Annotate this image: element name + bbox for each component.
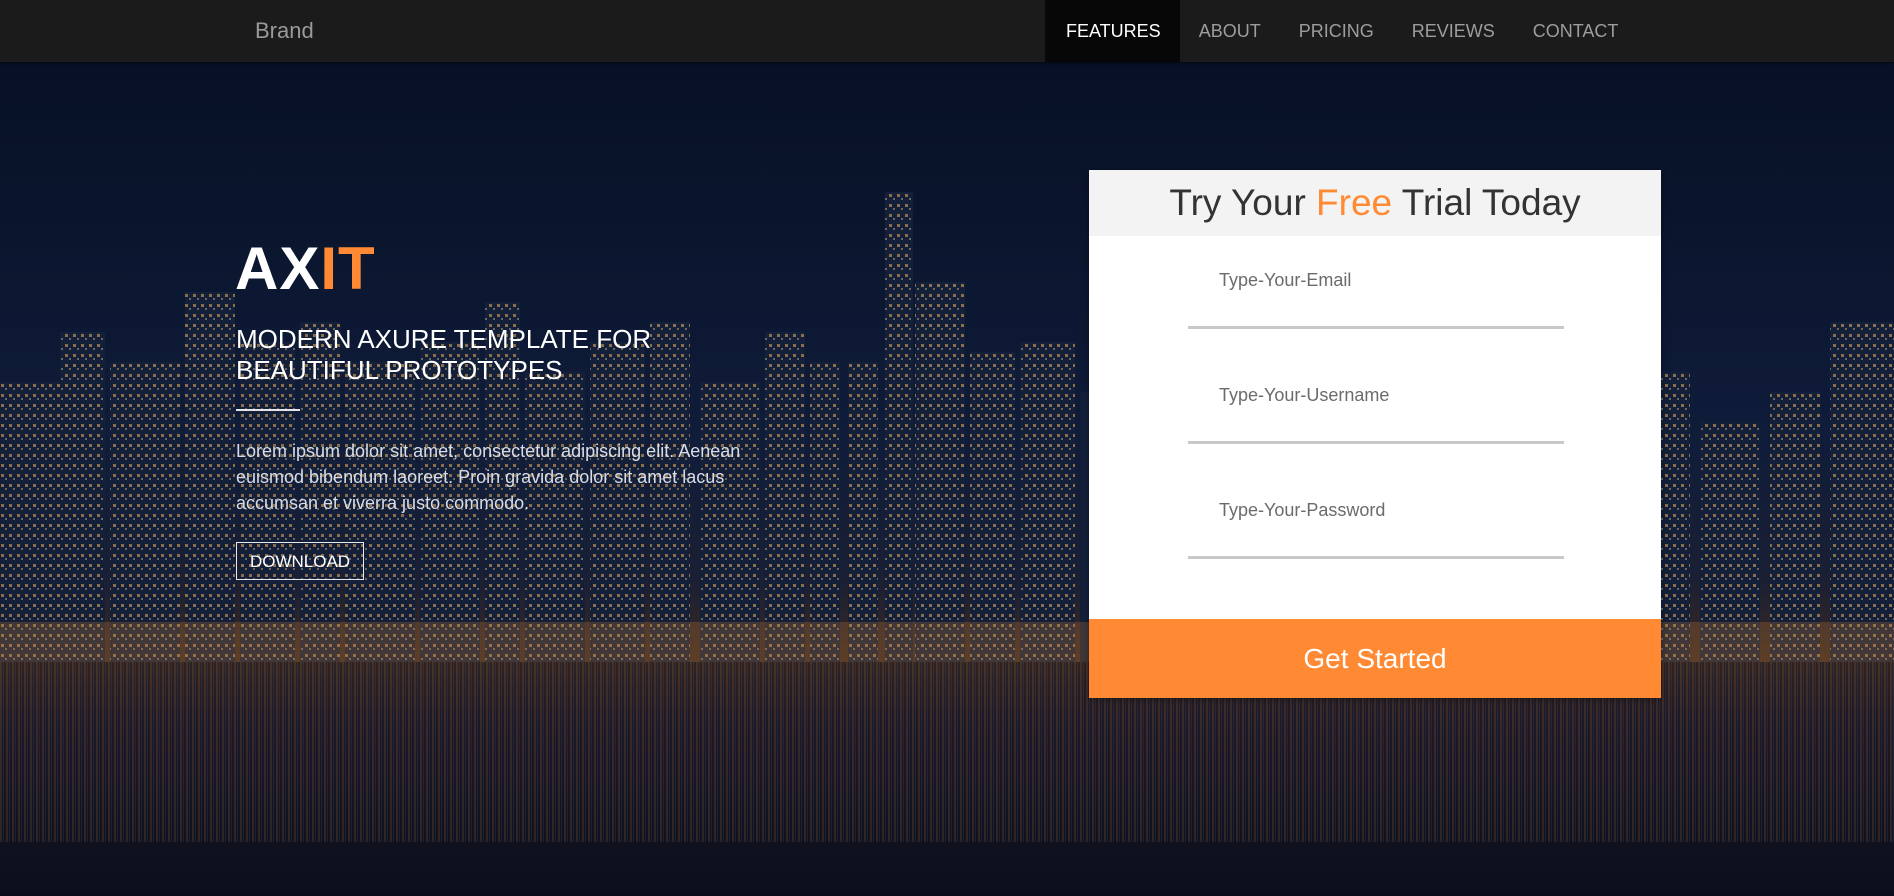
trial-signup-card: Try Your Free Trial Today Get Started: [1089, 170, 1661, 698]
hero-description: Lorem ipsum dolor sit amet, consectetur …: [236, 441, 741, 513]
nav-item-features[interactable]: FEATURES: [1045, 0, 1180, 62]
email-field-wrapper: [1188, 238, 1564, 329]
hero-subtitle-line: MODERN AXURE TEMPLATE FOR: [236, 324, 652, 354]
password-field-wrapper: [1188, 468, 1564, 559]
hero-subtitle: MODERN AXURE TEMPLATE FOR BEAUTIFUL PROT…: [236, 324, 756, 386]
hero-title-accent: IT: [320, 235, 376, 302]
get-started-button[interactable]: Get Started: [1089, 619, 1661, 698]
brand-link[interactable]: Brand: [255, 18, 314, 44]
nav-item-pricing[interactable]: PRICING: [1280, 0, 1393, 62]
username-field-wrapper: [1188, 353, 1564, 444]
trial-title-accent: Free: [1316, 182, 1393, 223]
password-input[interactable]: [1188, 468, 1564, 553]
top-navbar: Brand FEATURES ABOUT PRICING REVIEWS CON…: [0, 0, 1894, 62]
hero-subtitle-line: BEAUTIFUL PROTOTYPES: [236, 355, 563, 385]
nav-item-reviews[interactable]: REVIEWS: [1393, 0, 1514, 62]
trial-title-before: Try Your: [1169, 182, 1317, 223]
hero-title-main: AX: [235, 235, 321, 302]
email-input[interactable]: [1188, 238, 1564, 323]
nav-item-contact[interactable]: CONTACT: [1514, 0, 1638, 62]
trial-title-after: Trial Today: [1392, 182, 1581, 223]
nav-item-about[interactable]: ABOUT: [1180, 0, 1280, 62]
username-input[interactable]: [1188, 353, 1564, 438]
hero-logo-title: AXIT: [235, 234, 376, 303]
nav-menu: FEATURES ABOUT PRICING REVIEWS CONTACT: [1045, 0, 1637, 62]
download-button[interactable]: DOWNLOAD: [236, 542, 364, 580]
trial-card-title: Try Your Free Trial Today: [1089, 170, 1661, 236]
hero-divider: [236, 409, 300, 411]
